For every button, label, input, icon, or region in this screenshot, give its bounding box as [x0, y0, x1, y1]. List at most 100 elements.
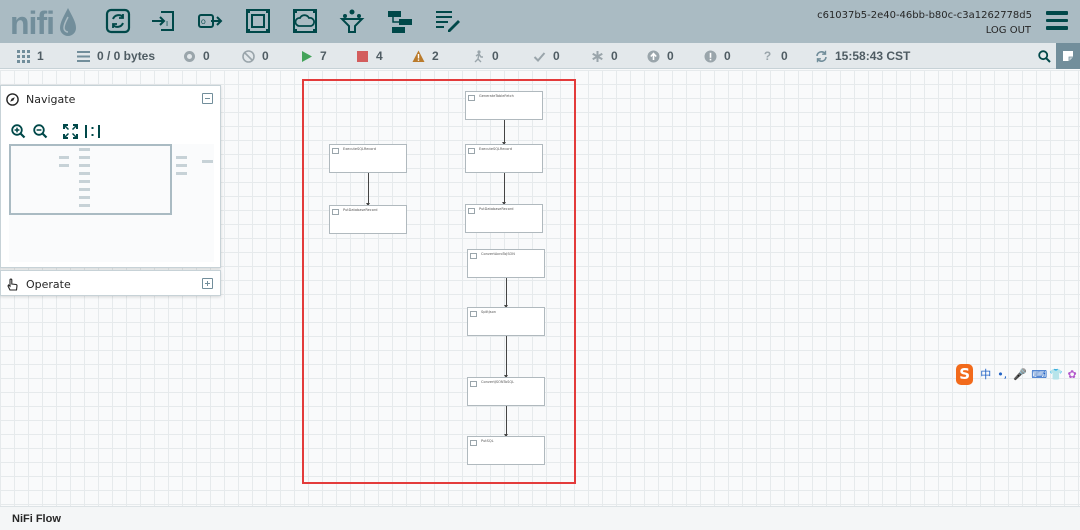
processor-name: ConvertJSONToSQL [481, 380, 515, 384]
minimap-node [59, 164, 69, 167]
logout-link[interactable]: LOG OUT [986, 25, 1031, 36]
transmitting-count: 0 [203, 49, 210, 63]
breadcrumb-bar: NiFi Flow [0, 506, 1080, 530]
add-process-group-button[interactable] [244, 7, 272, 35]
add-funnel-button[interactable] [338, 7, 366, 35]
processor-put-database-record-left[interactable]: PutDatabaseRecord [329, 205, 407, 234]
navigate-tools [9, 122, 105, 140]
birdseye-viewport[interactable] [9, 144, 172, 215]
minimap-node [79, 180, 90, 183]
add-template-button[interactable] [386, 7, 414, 35]
processor-icon [470, 253, 477, 259]
stopped-stat: 4 [356, 49, 383, 63]
breadcrumb-root[interactable]: NiFi Flow [12, 513, 61, 525]
process-group-icon [246, 9, 270, 33]
fit-button[interactable] [61, 122, 79, 140]
search-icon [1037, 49, 1051, 63]
sticky-note-icon [1063, 51, 1073, 61]
connection[interactable] [366, 173, 370, 206]
template-icon [388, 11, 412, 33]
ime-toolbar[interactable]: S 中 •, 🎤 ⌨ 👕 ✿ [956, 363, 1080, 385]
up-to-date-stat: 0 [533, 49, 560, 63]
processor-icon [105, 8, 131, 34]
ime-skin-icon[interactable]: 👕 [1049, 368, 1063, 381]
processor-put-sql[interactable]: PutSQL [467, 436, 545, 465]
processor-name: ExecuteSQLRecord [343, 147, 377, 151]
search-button[interactable] [1032, 43, 1056, 69]
add-processor-button[interactable] [104, 7, 132, 35]
birdseye-minimap[interactable] [9, 144, 214, 262]
sogou-logo-icon[interactable]: S [956, 363, 974, 385]
connection[interactable] [502, 173, 506, 205]
add-output-port-button[interactable]: O [196, 7, 224, 35]
processor-convert-json-to-sql[interactable]: ConvertJSONToSQL [467, 377, 545, 406]
locally-modified-count: 0 [611, 49, 618, 63]
ime-toolbox-icon[interactable]: ✿ [1067, 368, 1077, 381]
collapse-navigate-button[interactable] [202, 93, 213, 104]
processor-split-json[interactable]: SplitJson [467, 307, 545, 336]
zoom-out-button[interactable] [31, 122, 49, 140]
minimap-node [79, 188, 90, 191]
processor-icon [468, 148, 475, 154]
operate-panel-header[interactable]: Operate [1, 271, 220, 297]
navigate-panel-header[interactable]: Navigate [1, 86, 220, 112]
label-icon [436, 11, 460, 32]
top-header: nifi I O c61037b5-2e40-46bb-b80c-c3a1262… [0, 0, 1080, 43]
navigate-panel: Navigate [0, 85, 221, 268]
sync-failure-count: 0 [724, 49, 731, 63]
minimap-node [79, 156, 90, 159]
operate-panel-title: Operate [26, 277, 71, 291]
processor-execute-sql-record-left[interactable]: ExecuteSQLRecord [329, 144, 407, 173]
funnel-icon [339, 9, 365, 33]
arrow-up-circle-icon [647, 50, 660, 62]
processor-convert-avro-to-json[interactable]: ConvertAvroToJSON [467, 249, 545, 278]
expand-operate-button[interactable] [202, 278, 213, 289]
connection[interactable] [504, 278, 508, 308]
transmitting-stat: 0 [183, 49, 210, 63]
ime-punctuation-toggle[interactable]: •, [997, 368, 1007, 381]
not-transmitting-count: 0 [262, 49, 269, 63]
ime-language-toggle[interactable]: 中 [980, 366, 991, 382]
play-icon [302, 50, 312, 62]
minimap-node [59, 156, 69, 159]
minimap-node [79, 164, 90, 167]
processor-name: GenerateTableFetch [479, 94, 514, 98]
add-remote-process-group-button[interactable] [291, 7, 319, 35]
processor-name: PutDatabaseRecord [479, 207, 514, 211]
running-stat: 7 [300, 49, 327, 63]
add-input-port-button[interactable]: I [149, 7, 177, 35]
minimap-node [79, 196, 90, 199]
processor-generate-table-fetch[interactable]: GenerateTableFetch [465, 91, 543, 120]
threads-icon [17, 49, 30, 63]
queued-value: 0 / 0 bytes [97, 49, 156, 63]
minimap-node [79, 204, 90, 207]
compass-icon [6, 92, 19, 106]
actual-size-icon [84, 124, 100, 138]
processor-execute-sql-record-right[interactable]: ExecuteSQLRecord [465, 144, 543, 173]
zoom-in-button[interactable] [9, 122, 27, 140]
ime-keyboard-icon[interactable]: ⌨ [1031, 368, 1047, 381]
processor-icon [468, 208, 475, 214]
last-refresh-stat[interactable]: 15:58:43 CST [815, 49, 910, 63]
minimap-node [202, 160, 213, 163]
processor-icon [332, 209, 339, 215]
connection[interactable] [504, 336, 508, 378]
processor-name: SplitJson [481, 310, 496, 314]
actual-size-button[interactable] [83, 122, 101, 140]
list-icon [77, 50, 90, 62]
question-icon: ? [763, 48, 772, 63]
refresh-icon[interactable] [815, 50, 828, 63]
global-menu-button[interactable] [1046, 11, 1068, 31]
connection[interactable] [502, 120, 506, 145]
processor-name: ConvertAvroToJSON [481, 252, 515, 256]
asterisk-icon [592, 50, 603, 62]
locally-modified-stat: 0 [591, 49, 618, 63]
navigate-panel-title: Navigate [26, 92, 76, 106]
bulletin-board-button[interactable] [1056, 43, 1080, 69]
ime-voice-icon[interactable]: 🎤 [1013, 368, 1027, 381]
running-count: 7 [320, 49, 327, 63]
connection[interactable] [504, 406, 508, 437]
add-label-button[interactable] [433, 7, 461, 35]
invalid-stat: 2 [412, 49, 439, 63]
processor-put-database-record-right[interactable]: PutDatabaseRecord [465, 204, 543, 233]
